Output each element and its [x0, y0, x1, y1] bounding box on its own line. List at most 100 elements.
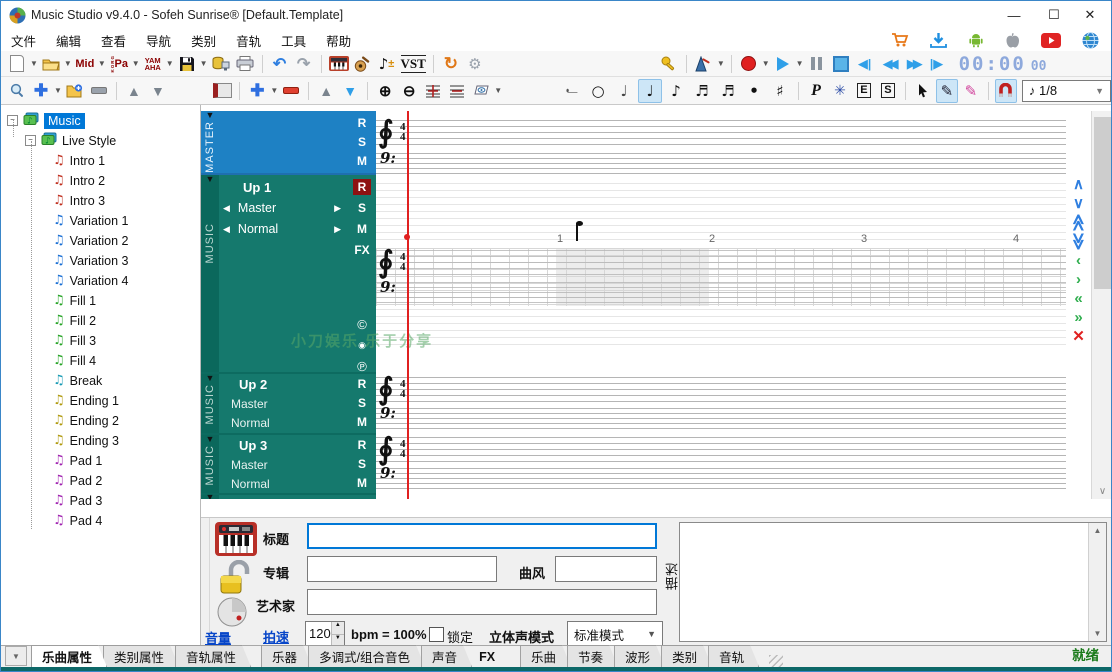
shop-cart-icon[interactable]	[891, 32, 909, 48]
record-button[interactable]	[738, 52, 760, 76]
remove-category-button[interactable]	[88, 79, 110, 103]
apple-icon[interactable]	[1005, 32, 1020, 49]
up1-name[interactable]: Up 1	[243, 180, 271, 195]
tree-item-variation-3[interactable]: ♫Variation 3	[53, 251, 129, 270]
arrow-left-icon[interactable]: ◀	[223, 224, 230, 235]
up2-solo-button[interactable]: S	[353, 396, 371, 410]
print-button[interactable]	[234, 52, 256, 76]
fast-prev-button[interactable]: «	[1066, 291, 1091, 306]
master-mute-button[interactable]: M	[353, 154, 371, 168]
new-file-button[interactable]	[6, 52, 28, 76]
menu-item-track[interactable]: 音轨	[226, 29, 271, 52]
tab-instrument[interactable]: 乐器	[261, 645, 312, 667]
arrow-left-icon[interactable]: ◀	[223, 203, 230, 214]
arrow-right-icon[interactable]: ▶	[334, 224, 341, 235]
quarter-note-event[interactable]	[573, 221, 583, 243]
collapse-triangle-icon[interactable]: ▼	[206, 435, 215, 443]
rewind-button[interactable]: ◀◀	[878, 52, 900, 76]
playhead-marker[interactable]	[404, 234, 410, 240]
quarter-note-button[interactable]: ♩	[638, 79, 662, 103]
panel-toggle-button[interactable]	[211, 79, 233, 103]
play-button[interactable]	[772, 52, 794, 76]
tree-item-variation-2[interactable]: ♫Variation 2	[53, 231, 129, 250]
redo-button[interactable]: ↷	[293, 52, 315, 76]
midi-dropdown[interactable]: ▼	[98, 59, 106, 68]
collapse-triangle-icon[interactable]: ▼	[206, 374, 215, 382]
settings-gear-icon[interactable]: ⚙	[464, 52, 486, 76]
tab-rhythm[interactable]: 节奏	[567, 645, 618, 667]
up3-track-header[interactable]: ▼ MUSIC Up 3 Master Normal R S M	[201, 435, 376, 493]
stop-button[interactable]	[830, 52, 852, 76]
yamaha-import-button[interactable]: YAMAHA	[142, 52, 164, 76]
tree-item-pad-1[interactable]: ♫Pad 1	[53, 451, 102, 470]
up2-track-header[interactable]: ▼ MUSIC Up 2 Master Normal R S M	[201, 374, 376, 433]
youtube-icon[interactable]	[1041, 33, 1061, 48]
save-dropdown[interactable]: ▼	[200, 59, 208, 68]
up1-mute-button[interactable]: M	[353, 222, 371, 236]
key-button[interactable]	[658, 52, 680, 76]
pedal-button[interactable]: P	[805, 79, 827, 103]
tree-item-fill-4[interactable]: ♫Fill 4	[53, 351, 96, 370]
view-options-button[interactable]	[470, 79, 492, 103]
eighth-note-button[interactable]: ♪	[664, 79, 688, 103]
menu-item-edit[interactable]: 编辑	[46, 29, 91, 52]
up1-patch-selector[interactable]: ◀Master▶	[223, 201, 341, 215]
menu-item-category[interactable]: 类别	[181, 29, 226, 52]
longa-note-button[interactable]: ♩	[560, 79, 584, 103]
volume-knob-icon[interactable]	[215, 596, 249, 628]
description-textarea[interactable]: ▲ ▼	[679, 522, 1107, 642]
add-category-dropdown[interactable]: ▼	[54, 86, 62, 95]
zoom-out-button[interactable]: ⊖	[398, 79, 420, 103]
title-input[interactable]	[307, 523, 657, 549]
dot-button[interactable]: •	[742, 79, 766, 103]
tab-category[interactable]: 类别	[661, 645, 712, 667]
snap-magnet-button[interactable]	[995, 79, 1017, 103]
jump-down-button[interactable]: ≫	[1071, 229, 1086, 254]
open-file-dropdown[interactable]: ▼	[64, 59, 72, 68]
up2-name[interactable]: Up 2	[239, 377, 267, 392]
desc-scroll-up[interactable]: ▲	[1089, 526, 1106, 535]
up3-mode[interactable]: Normal	[231, 477, 270, 491]
tempo-spinner[interactable]: 120 ▲ ▼	[305, 621, 345, 647]
tree-item-ending-1[interactable]: ♫Ending 1	[53, 391, 119, 410]
metronome-dropdown[interactable]: ▼	[717, 59, 725, 68]
tree-item-ending-3[interactable]: ♫Ending 3	[53, 431, 119, 450]
tree-root-music[interactable]: −♪Music	[7, 111, 85, 130]
master-record-button[interactable]: R	[353, 116, 371, 130]
select-cursor-button[interactable]	[912, 79, 934, 103]
download-icon[interactable]	[930, 32, 947, 48]
up1-mode-selector[interactable]: ◀Normal▶	[223, 222, 341, 236]
master-strip[interactable]: ▼ MASTER	[201, 111, 219, 173]
staff-collapse-button[interactable]	[446, 79, 468, 103]
tree-item-variation-1[interactable]: ♫Variation 1	[53, 211, 129, 230]
up3-patch[interactable]: Master	[231, 458, 268, 472]
undo-button[interactable]: ↶	[269, 52, 291, 76]
artist-input[interactable]	[307, 589, 657, 615]
play-dropdown[interactable]: ▼	[796, 59, 804, 68]
eraser-tool-button[interactable]: ✎	[960, 79, 982, 103]
piano-keyboard-button[interactable]	[328, 52, 350, 76]
unlock-icon[interactable]	[219, 560, 251, 596]
tabs-menu-button[interactable]: ▼	[5, 646, 27, 666]
menu-item-navigate[interactable]: 导航	[136, 29, 181, 52]
zoom-in-button[interactable]: ⊕	[374, 79, 396, 103]
tree-item-fill-2[interactable]: ♫Fill 2	[53, 311, 96, 330]
up3-mute-button[interactable]: M	[353, 476, 371, 490]
master-track-header[interactable]: ▼ MASTER R S M	[201, 111, 376, 173]
up3-record-button[interactable]: R	[353, 438, 371, 452]
grid-resolution-select[interactable]: ♪ 1/8 ▼	[1022, 80, 1111, 102]
web-globe-icon[interactable]	[1082, 32, 1099, 49]
vst-plugins-button[interactable]: VST	[400, 52, 427, 76]
desc-scroll-down[interactable]: ▼	[1089, 629, 1106, 638]
collapse-triangle-icon[interactable]: ▼	[206, 175, 215, 183]
tab-fx[interactable]: FX	[468, 645, 510, 667]
up1-strip[interactable]: ▼ MUSIC	[201, 175, 219, 372]
tab-song-props[interactable]: 乐曲属性	[31, 645, 107, 667]
korg-dropdown[interactable]: ▼	[132, 59, 140, 68]
add-category-button[interactable]: ✚	[30, 79, 52, 103]
expression-button[interactable]: E	[853, 79, 875, 103]
metronome-button[interactable]	[693, 52, 715, 76]
track-down-button[interactable]: ▼	[339, 79, 361, 103]
whole-note-button[interactable]: ○	[586, 79, 610, 103]
view-options-dropdown[interactable]: ▼	[494, 86, 502, 95]
